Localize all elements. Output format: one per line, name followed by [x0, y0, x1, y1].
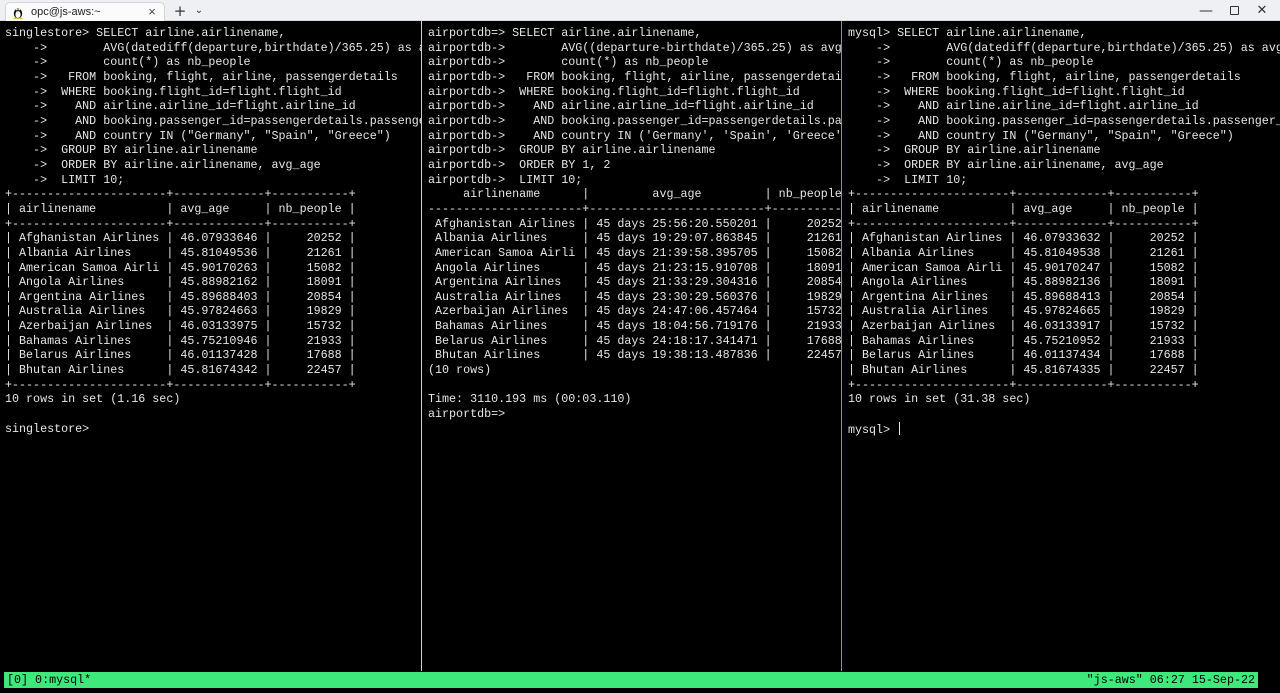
- mysql-output-text: mysql> SELECT airline.airlinename, -> AV…: [848, 26, 1280, 407]
- mysql-output: mysql> SELECT airline.airlinename, -> AV…: [843, 21, 1280, 437]
- maximize-button[interactable]: [1220, 2, 1248, 19]
- new-tab-button[interactable]: +: [172, 2, 188, 20]
- minimize-button[interactable]: —: [1192, 2, 1220, 19]
- pane-divider[interactable]: [421, 21, 422, 671]
- terminal-area[interactable]: singlestore> SELECT airline.airlinename,…: [0, 21, 1280, 671]
- window-titlebar: opc@js-aws:~ × + ⌄ — ✕: [0, 0, 1280, 21]
- tab-close-icon[interactable]: ×: [145, 5, 159, 19]
- tmux-statusbar: [0] 0:mysql* "js-aws" 06:27 15-Sep-22: [0, 671, 1280, 693]
- mysql-prompt: mysql>: [848, 422, 891, 437]
- window-list[interactable]: [0] 0:mysql*: [7, 673, 91, 687]
- statusbar-strip: [0] 0:mysql* "js-aws" 06:27 15-Sep-22: [4, 672, 1258, 688]
- terminal-tab[interactable]: opc@js-aws:~ ×: [5, 2, 165, 21]
- singlestore-pane[interactable]: singlestore> SELECT airline.airlinename,…: [0, 21, 421, 671]
- text-cursor: [899, 421, 901, 435]
- host-clock: "js-aws" 06:27 15-Sep-22: [1086, 673, 1255, 687]
- chevron-down-icon[interactable]: ⌄: [192, 2, 206, 19]
- singlestore-output: singlestore> SELECT airline.airlinename,…: [5, 26, 421, 436]
- mysql-pane[interactable]: mysql> SELECT airline.airlinename, -> AV…: [843, 21, 1280, 671]
- close-window-button[interactable]: ✕: [1248, 2, 1276, 19]
- maximize-icon: [1229, 6, 1239, 15]
- tab-title: opc@js-aws:~: [31, 6, 101, 18]
- active-pane-divider[interactable]: [841, 21, 842, 671]
- linux-penguin-icon: [11, 5, 25, 19]
- postgres-output: airportdb=> SELECT airline.airlinename, …: [428, 26, 841, 422]
- postgres-pane[interactable]: airportdb=> SELECT airline.airlinename, …: [423, 21, 841, 671]
